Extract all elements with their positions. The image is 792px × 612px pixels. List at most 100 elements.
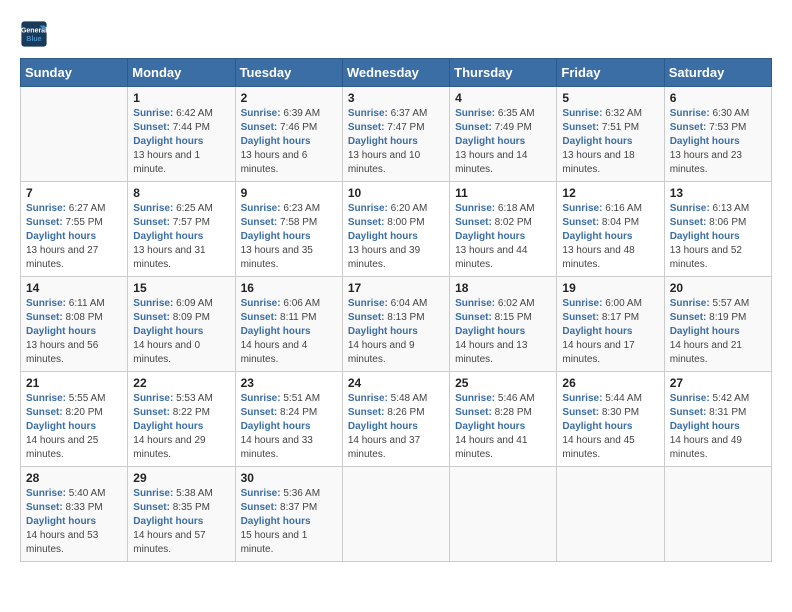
sunrise-value: 6:02 AM — [498, 298, 535, 309]
sunset-label: Sunset: — [133, 312, 170, 323]
sunset-label: Sunset: — [348, 407, 385, 418]
week-row-5: 28 Sunrise: 5:40 AM Sunset: 8:33 PM Dayl… — [21, 467, 772, 562]
day-cell: 29 Sunrise: 5:38 AM Sunset: 8:35 PM Dayl… — [128, 467, 235, 562]
header-row: Sunday Monday Tuesday Wednesday Thursday… — [21, 59, 772, 87]
sunset-label: Sunset: — [562, 217, 599, 228]
day-info: Sunrise: 6:35 AM Sunset: 7:49 PM Dayligh… — [455, 107, 551, 177]
sunset-label: Sunset: — [133, 407, 170, 418]
day-cell: 8 Sunrise: 6:25 AM Sunset: 7:57 PM Dayli… — [128, 182, 235, 277]
day-cell: 15 Sunrise: 6:09 AM Sunset: 8:09 PM Dayl… — [128, 277, 235, 372]
daylight-value: 13 hours and 27 minutes. — [26, 245, 98, 270]
sunset-value: 7:44 PM — [173, 122, 210, 133]
sunset-value: 7:58 PM — [280, 217, 317, 228]
sunset-label: Sunset: — [455, 217, 492, 228]
sunrise-value: 6:37 AM — [391, 108, 428, 119]
day-info: Sunrise: 6:04 AM Sunset: 8:13 PM Dayligh… — [348, 297, 444, 367]
day-cell: 22 Sunrise: 5:53 AM Sunset: 8:22 PM Dayl… — [128, 372, 235, 467]
day-number: 25 — [455, 376, 551, 390]
sunrise-label: Sunrise: — [241, 393, 281, 404]
sunset-label: Sunset: — [133, 502, 170, 513]
sunset-value: 8:31 PM — [709, 407, 746, 418]
sunset-label: Sunset: — [670, 312, 707, 323]
day-info: Sunrise: 6:06 AM Sunset: 8:11 PM Dayligh… — [241, 297, 337, 367]
day-cell: 4 Sunrise: 6:35 AM Sunset: 7:49 PM Dayli… — [450, 87, 557, 182]
header: General Blue — [20, 20, 772, 48]
day-info: Sunrise: 6:32 AM Sunset: 7:51 PM Dayligh… — [562, 107, 658, 177]
daylight-value: 13 hours and 10 minutes. — [348, 150, 420, 175]
sunset-value: 8:06 PM — [709, 217, 746, 228]
day-info: Sunrise: 6:39 AM Sunset: 7:46 PM Dayligh… — [241, 107, 337, 177]
daylight-value: 13 hours and 56 minutes. — [26, 340, 98, 365]
daylight-label: Daylight hours — [26, 421, 96, 432]
sunset-value: 7:55 PM — [65, 217, 102, 228]
day-info: Sunrise: 6:11 AM Sunset: 8:08 PM Dayligh… — [26, 297, 122, 367]
day-number: 12 — [562, 186, 658, 200]
sunrise-value: 5:53 AM — [176, 393, 213, 404]
day-info: Sunrise: 6:23 AM Sunset: 7:58 PM Dayligh… — [241, 202, 337, 272]
day-info: Sunrise: 5:48 AM Sunset: 8:26 PM Dayligh… — [348, 392, 444, 462]
sunrise-value: 6:35 AM — [498, 108, 535, 119]
sunset-label: Sunset: — [348, 217, 385, 228]
daylight-label: Daylight hours — [455, 231, 525, 242]
col-saturday: Saturday — [664, 59, 771, 87]
daylight-label: Daylight hours — [348, 136, 418, 147]
daylight-label: Daylight hours — [562, 136, 632, 147]
col-friday: Friday — [557, 59, 664, 87]
day-info: Sunrise: 6:13 AM Sunset: 8:06 PM Dayligh… — [670, 202, 766, 272]
day-cell: 13 Sunrise: 6:13 AM Sunset: 8:06 PM Dayl… — [664, 182, 771, 277]
day-cell: 27 Sunrise: 5:42 AM Sunset: 8:31 PM Dayl… — [664, 372, 771, 467]
daylight-label: Daylight hours — [241, 326, 311, 337]
sunset-value: 8:17 PM — [602, 312, 639, 323]
day-number: 2 — [241, 91, 337, 105]
day-info: Sunrise: 6:30 AM Sunset: 7:53 PM Dayligh… — [670, 107, 766, 177]
col-monday: Monday — [128, 59, 235, 87]
sunrise-label: Sunrise: — [562, 393, 602, 404]
sunrise-label: Sunrise: — [133, 488, 173, 499]
sunrise-value: 5:44 AM — [605, 393, 642, 404]
sunrise-label: Sunrise: — [241, 298, 281, 309]
daylight-label: Daylight hours — [133, 516, 203, 527]
day-cell: 30 Sunrise: 5:36 AM Sunset: 8:37 PM Dayl… — [235, 467, 342, 562]
calendar-body: 1 Sunrise: 6:42 AM Sunset: 7:44 PM Dayli… — [21, 87, 772, 562]
day-info: Sunrise: 6:16 AM Sunset: 8:04 PM Dayligh… — [562, 202, 658, 272]
daylight-label: Daylight hours — [241, 136, 311, 147]
day-number: 1 — [133, 91, 229, 105]
day-number: 10 — [348, 186, 444, 200]
daylight-value: 13 hours and 44 minutes. — [455, 245, 527, 270]
sunset-value: 8:19 PM — [709, 312, 746, 323]
sunrise-label: Sunrise: — [133, 393, 173, 404]
sunrise-value: 5:40 AM — [69, 488, 106, 499]
daylight-label: Daylight hours — [133, 231, 203, 242]
sunset-value: 7:57 PM — [173, 217, 210, 228]
day-info: Sunrise: 6:09 AM Sunset: 8:09 PM Dayligh… — [133, 297, 229, 367]
daylight-value: 14 hours and 25 minutes. — [26, 435, 98, 460]
daylight-value: 13 hours and 1 minute. — [133, 150, 200, 175]
sunset-value: 8:02 PM — [495, 217, 532, 228]
day-number: 13 — [670, 186, 766, 200]
daylight-label: Daylight hours — [562, 421, 632, 432]
sunrise-label: Sunrise: — [241, 203, 281, 214]
day-info: Sunrise: 6:27 AM Sunset: 7:55 PM Dayligh… — [26, 202, 122, 272]
sunset-label: Sunset: — [241, 502, 278, 513]
sunset-value: 8:20 PM — [65, 407, 102, 418]
sunset-value: 8:28 PM — [495, 407, 532, 418]
sunrise-label: Sunrise: — [348, 393, 388, 404]
sunset-label: Sunset: — [670, 217, 707, 228]
daylight-label: Daylight hours — [26, 326, 96, 337]
sunset-label: Sunset: — [26, 407, 63, 418]
sunrise-value: 5:38 AM — [176, 488, 213, 499]
daylight-label: Daylight hours — [241, 421, 311, 432]
day-cell: 6 Sunrise: 6:30 AM Sunset: 7:53 PM Dayli… — [664, 87, 771, 182]
calendar-table: Sunday Monday Tuesday Wednesday Thursday… — [20, 58, 772, 562]
sunrise-value: 6:39 AM — [283, 108, 320, 119]
day-number: 18 — [455, 281, 551, 295]
day-info: Sunrise: 6:18 AM Sunset: 8:02 PM Dayligh… — [455, 202, 551, 272]
day-number: 4 — [455, 91, 551, 105]
sunset-value: 8:08 PM — [65, 312, 102, 323]
sunset-value: 7:51 PM — [602, 122, 639, 133]
daylight-label: Daylight hours — [670, 421, 740, 432]
sunrise-label: Sunrise: — [241, 108, 281, 119]
sunrise-label: Sunrise: — [26, 298, 66, 309]
day-number: 6 — [670, 91, 766, 105]
sunset-value: 8:26 PM — [387, 407, 424, 418]
